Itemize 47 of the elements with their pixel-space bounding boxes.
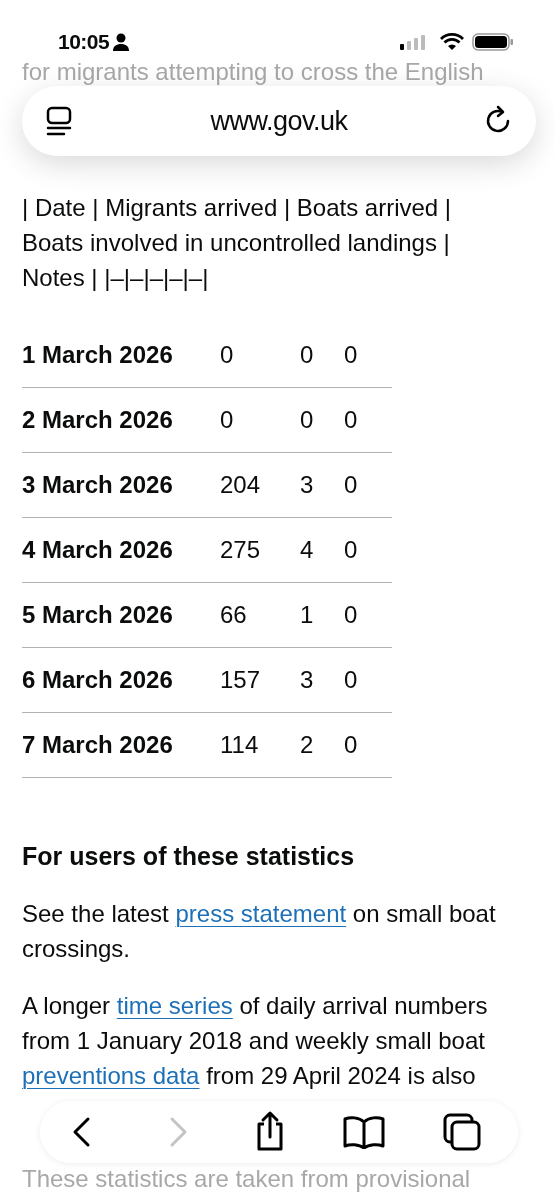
table-cell-text: 0 <box>344 405 359 435</box>
url-text[interactable]: www.gov.uk <box>210 100 348 142</box>
tabs-overview-icon[interactable] <box>44 105 74 137</box>
table-cell-text: 4 March 2026 <box>22 535 174 565</box>
table-cell-text: 0 <box>300 340 315 370</box>
address-bar[interactable]: www.gov.uk <box>22 86 536 156</box>
table-cell-text: 6 March 2026 <box>22 665 174 695</box>
text-link[interactable]: press statement <box>175 899 347 927</box>
person-icon <box>111 31 132 52</box>
wifi-icon <box>440 33 464 50</box>
body-text: for migrants attempting to cross the English <box>22 58 484 86</box>
text-link[interactable]: time series <box>116 991 233 1019</box>
table-cell-text: 0 <box>344 470 359 500</box>
table-cell-text: 0 <box>300 405 315 435</box>
body-text: These statistics are taken from provisional <box>22 1163 472 1194</box>
body-text: See the latest press statement on small boat crossings. <box>22 898 497 964</box>
table-cell-text: 4 <box>300 535 315 565</box>
table-cell-text: 1 <box>300 600 315 630</box>
table-cell-text: 3 <box>300 470 315 500</box>
signal-icon <box>400 34 428 50</box>
bookmarks-icon[interactable] <box>342 1115 386 1149</box>
body-text: A longer time series of daily arrival numbers from 1 January 2018 and weekly small boat preventions data from 29 April 2024 is also <box>22 990 489 1091</box>
table-cell-text: 3 March 2026 <box>22 470 174 500</box>
battery-icon <box>472 33 514 51</box>
table-cell-text: 0 <box>344 665 359 695</box>
table-cell-text: 157 <box>220 665 262 695</box>
table-cell-text: 0 <box>220 405 235 435</box>
status-time: 10:05 <box>58 29 110 55</box>
table-cell-text: 2 March 2026 <box>22 405 174 435</box>
table-cell-text: 114 <box>220 730 260 760</box>
table-cell-text: 0 <box>344 730 359 760</box>
table-cell-text: 275 <box>220 535 262 565</box>
table-cell-text: 3 <box>300 665 315 695</box>
table-cell-text: 7 March 2026 <box>22 730 174 760</box>
table-cell-text: 5 March 2026 <box>22 600 174 630</box>
body-text: | Date | Migrants arrived | Boats arrived | Boats involved in uncontrolled landings | Notes | |–|–|–|–|–| <box>22 193 453 293</box>
table-cell-text: 1 March 2026 <box>22 340 174 370</box>
text-link[interactable]: preventions data <box>22 1061 200 1089</box>
section-heading: For users of these statistics <box>22 841 356 872</box>
tabs-icon[interactable] <box>442 1112 482 1152</box>
table-cell-text: 0 <box>220 340 235 370</box>
table-cell-text: 2 <box>300 730 315 760</box>
table-cell-text: 204 <box>220 470 262 500</box>
table-cell-text: 66 <box>220 600 248 630</box>
table-cell-text: 0 <box>344 535 359 565</box>
table-cell-text: 0 <box>344 600 359 630</box>
table-cell-text: 0 <box>344 340 359 370</box>
